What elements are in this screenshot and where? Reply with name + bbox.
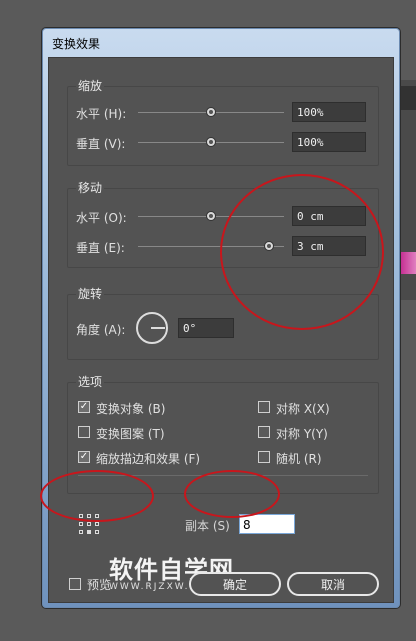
scale-strokes-checkbox[interactable]: ✓ [78,451,90,463]
move-horizontal-thumb[interactable] [206,211,216,221]
scale-horizontal-input[interactable]: 100% [292,102,366,122]
background-panel-strip [398,86,416,110]
angle-label: 角度 (A): [76,323,126,337]
move-horizontal-label: 水平 (O): [76,211,127,225]
ref-point-bc[interactable] [87,530,91,534]
transform-patterns-checkbox[interactable] [78,426,90,438]
transform-patterns-label: 变换图案 (T) [96,427,165,441]
reflect-x-checkbox[interactable] [258,401,270,413]
ref-point-br[interactable] [95,530,99,534]
angle-input[interactable]: 0° [178,318,234,338]
scale-group: 缩放 水平 (H): 100% 垂直 (V): 100% [67,77,379,166]
ref-point-ml[interactable] [79,522,83,526]
preview-label: 预览 [87,578,112,592]
scale-strokes-label: 缩放描边和效果 (F) [96,452,201,466]
move-vertical-label: 垂直 (E): [76,241,125,255]
scale-legend: 缩放 [76,77,105,94]
annotation-ellipse-move [220,174,384,330]
move-legend: 移动 [76,179,105,196]
scale-horizontal-label: 水平 (H): [76,107,127,121]
transform-objects-checkbox[interactable]: ✓ [78,401,90,413]
copies-input[interactable]: 8 [239,514,295,534]
preview-checkbox[interactable] [69,578,81,590]
ref-point-bl[interactable] [79,530,83,534]
random-label: 随机 (R) [276,452,322,466]
reflect-y-label: 对称 Y(Y) [276,427,328,441]
ref-point-mr[interactable] [95,522,99,526]
dialog-title: 变换效果 [52,37,101,51]
annotation-ellipse-reference [40,470,154,522]
background-gradient-swatch [398,252,416,274]
annotation-ellipse-copies [184,470,280,518]
angle-dial[interactable] [136,312,168,344]
random-checkbox[interactable] [258,451,270,463]
scale-vertical-label: 垂直 (V): [76,137,126,151]
scale-vertical-thumb[interactable] [206,137,216,147]
scale-vertical-input[interactable]: 100% [292,132,366,152]
reflect-x-label: 对称 X(X) [276,402,330,416]
copies-label: 副本 (S) [185,519,230,533]
cancel-button[interactable]: 取消 [287,572,379,596]
cancel-button-label: 取消 [320,578,345,592]
options-legend: 选项 [76,373,105,390]
ok-button[interactable]: 确定 [189,572,281,596]
transform-objects-label: 变换对象 (B) [96,402,166,416]
rotate-legend: 旋转 [76,285,105,302]
ok-button-label: 确定 [222,578,247,592]
scale-horizontal-thumb[interactable] [206,107,216,117]
reflect-y-checkbox[interactable] [258,426,270,438]
ref-point-mc[interactable] [87,522,91,526]
